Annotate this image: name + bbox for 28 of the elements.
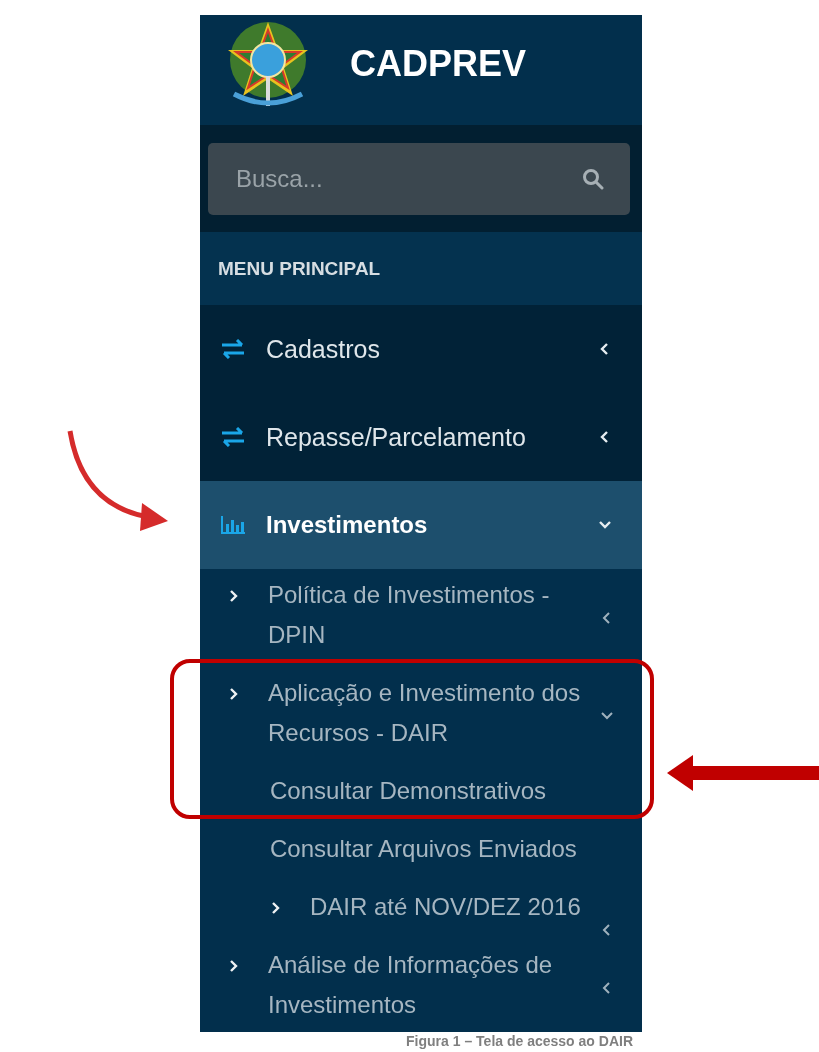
app-title: CADPREV [350, 43, 527, 85]
submenu-label: DAIR até NOV/DEZ 2016 [310, 892, 581, 922]
caret-icon [270, 901, 282, 915]
submenu-item[interactable]: Consultar Arquivos Enviados [200, 823, 642, 881]
submenu-label: Análise de Informações de Investimentos [268, 950, 554, 1020]
caret-icon [228, 589, 240, 603]
submenu-item[interactable]: DAIR até NOV/DEZ 2016 [200, 881, 642, 939]
submenu-item[interactable]: Consultar Demonstrativos [200, 765, 642, 823]
menu-item[interactable]: Investimentos [200, 481, 642, 569]
caret-icon [228, 687, 240, 701]
submenu-label: Consultar Demonstrativos [270, 776, 547, 806]
submenu-item[interactable]: Política de Investimentos - DPIN [200, 569, 642, 667]
submenu-item[interactable]: Análise de Informações de Investimentos [200, 939, 642, 1032]
menu-label: Repasse/Parcelamento [266, 422, 527, 452]
exchange-icon [220, 339, 246, 359]
caret-icon [228, 959, 240, 973]
menu-label: Investimentos [266, 511, 429, 539]
exchange-icon [220, 427, 246, 447]
menu-item[interactable]: Repasse/Parcelamento [200, 393, 642, 481]
submenu-label: Política de Investimentos - DPIN [268, 580, 551, 650]
bar-chart-icon [220, 515, 246, 535]
search-icon [582, 167, 604, 190]
submenu-label: Consultar Arquivos Enviados [270, 834, 577, 864]
menu-item[interactable]: Cadastros [200, 305, 642, 393]
submenu-label: Aplicação e Investimento dos Recursos - DAIR [268, 678, 582, 748]
menu-label: Cadastros [266, 334, 381, 364]
search-field[interactable]: Busca... [208, 142, 630, 215]
submenu-item[interactable]: Aplicação e Investimento dos Recursos - DAIR [200, 667, 642, 765]
